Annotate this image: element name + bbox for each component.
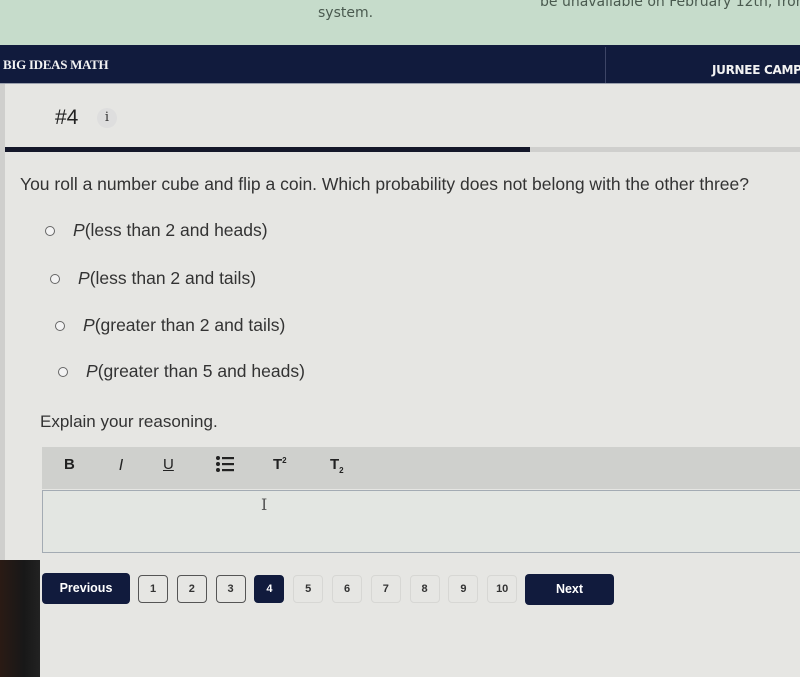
page-button-3[interactable]: 3	[215, 575, 246, 603]
answer-option-4[interactable]: P (greater than 5 and heads)	[58, 361, 305, 382]
page-button-5[interactable]: 5	[293, 575, 324, 603]
answer-option-3[interactable]: P (greater than 2 and tails)	[55, 315, 285, 336]
subscript-button[interactable]: T2	[330, 456, 344, 475]
superscript-icon: T	[273, 456, 283, 473]
previous-button[interactable]: Previous	[42, 573, 130, 604]
page-button-9[interactable]: 9	[448, 575, 479, 603]
page-button-6[interactable]: 6	[332, 575, 362, 603]
nav-divider	[605, 47, 606, 83]
text-cursor-icon: I	[261, 495, 268, 514]
superscript-mark: 2	[282, 456, 287, 465]
editor-toolbar: B I U T2 T2	[42, 447, 800, 489]
next-button[interactable]: Next	[525, 574, 614, 605]
underline-button[interactable]: U	[163, 456, 174, 473]
announcement-banner: be unavailable on February 12th, from sy…	[0, 0, 800, 47]
italic-button[interactable]: I	[119, 456, 123, 474]
subscript-mark: 2	[339, 466, 344, 475]
question-panel: #4 i You roll a number cube and flip a c…	[5, 84, 800, 677]
option-p-label: P	[73, 220, 85, 240]
page-button-10[interactable]: 10	[487, 575, 518, 603]
option-p-label: P	[83, 315, 95, 335]
pagination: Previous 1 2 3 4 5 6 7 8 9 10 Next	[42, 573, 800, 607]
subscript-icon: T	[330, 456, 340, 473]
option-p-label: P	[78, 268, 90, 288]
announcement-text: be unavailable on February 12th, from	[540, 0, 800, 10]
list-icon	[216, 456, 234, 472]
radio-button[interactable]	[45, 225, 55, 236]
bold-button[interactable]: B	[64, 456, 75, 473]
announcement-text-continued: system.	[318, 5, 374, 21]
assignment-progress-bar	[5, 147, 800, 152]
radio-button[interactable]	[58, 366, 68, 377]
monitor-bezel	[0, 560, 40, 677]
page-button-1[interactable]: 1	[138, 575, 168, 603]
radio-button[interactable]	[50, 273, 60, 284]
progress-fill	[5, 147, 530, 152]
brand-logo[interactable]: BIG IDEAS MATH	[3, 57, 109, 73]
bulleted-list-button[interactable]	[215, 455, 235, 477]
page-button-4[interactable]: 4	[254, 575, 285, 603]
page-button-2[interactable]: 2	[176, 575, 207, 603]
answer-option-2[interactable]: P (less than 2 and tails)	[50, 268, 256, 289]
option-text: (less than 2 and heads)	[84, 220, 268, 240]
top-nav-bar: BIG IDEAS MATH JURNEE CAMPBE	[0, 45, 800, 84]
option-text: (greater than 2 and tails)	[94, 315, 286, 335]
page-button-8[interactable]: 8	[409, 575, 440, 603]
question-number: #4	[55, 106, 79, 129]
radio-button[interactable]	[55, 320, 65, 331]
question-text: You roll a number cube and flip a coin. …	[20, 174, 749, 194]
option-text: (less than 2 and tails)	[89, 268, 257, 288]
reasoning-text-area[interactable]: I	[42, 490, 800, 553]
answer-option-1[interactable]: P (less than 2 and heads)	[45, 220, 268, 241]
info-icon[interactable]: i	[97, 108, 117, 128]
user-menu[interactable]: JURNEE CAMPBE	[712, 63, 800, 77]
option-text: (greater than 5 and heads)	[97, 361, 305, 381]
page-button-7[interactable]: 7	[370, 575, 401, 603]
superscript-button[interactable]: T2	[273, 456, 287, 473]
explain-prompt: Explain your reasoning.	[40, 412, 218, 431]
option-p-label: P	[86, 361, 98, 381]
